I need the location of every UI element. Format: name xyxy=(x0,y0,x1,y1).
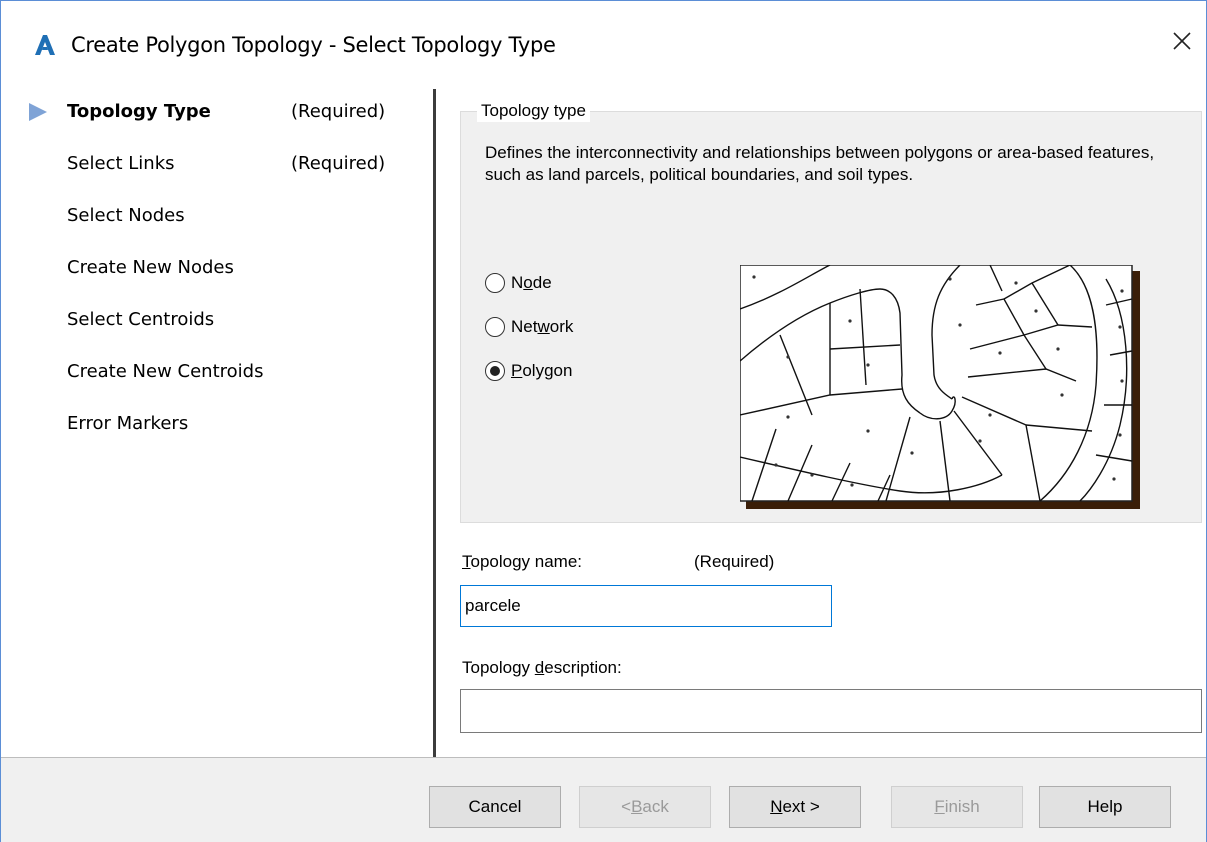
nav-item-topology-type[interactable]: Topology Type (Required) xyxy=(1,93,433,133)
nav-item-label: Create New Nodes xyxy=(67,257,234,278)
radio-polygon[interactable]: Polygon xyxy=(485,356,572,386)
radio-button[interactable] xyxy=(485,317,505,337)
radio-label: Polygon xyxy=(511,361,573,380)
close-icon xyxy=(1172,31,1192,56)
finish-button[interactable]: Finish xyxy=(891,786,1023,828)
radio-label: Node xyxy=(511,273,552,292)
polygon-topology-illustration xyxy=(739,264,1140,509)
title-bar: Create Polygon Topology - Select Topolog… xyxy=(1,1,1206,89)
nav-item-error-markers[interactable]: Error Markers xyxy=(1,405,433,445)
nav-item-label: Error Markers xyxy=(67,413,189,434)
topology-name-label: Topology name: xyxy=(462,552,583,571)
topology-settings-panel: Topology type Defines the interconnectiv… xyxy=(436,89,1206,757)
nav-item-required: (Required) xyxy=(291,101,386,122)
radio-node[interactable]: Node xyxy=(485,268,552,298)
triangle-right-icon xyxy=(29,103,47,121)
nav-item-select-nodes[interactable]: Select Nodes xyxy=(1,197,433,237)
topology-description-input[interactable] xyxy=(460,689,1202,733)
close-button[interactable] xyxy=(1158,13,1206,73)
wizard-footer: Cancel < Back Next > Finish Help xyxy=(1,758,1206,842)
topology-name-required: (Required) xyxy=(694,552,775,571)
nav-item-label: Create New Centroids xyxy=(67,361,264,382)
radio-button[interactable] xyxy=(485,361,505,381)
topology-name-input[interactable]: parcele xyxy=(460,585,832,627)
back-button[interactable]: < Back xyxy=(579,786,711,828)
nav-item-label: Select Centroids xyxy=(67,309,215,330)
dialog-window: Create Polygon Topology - Select Topolog… xyxy=(0,0,1207,842)
window-title: Create Polygon Topology - Select Topolog… xyxy=(71,33,556,57)
nav-item-select-centroids[interactable]: Select Centroids xyxy=(1,301,433,341)
autocad-a-icon xyxy=(33,33,57,57)
nav-item-label: Topology Type xyxy=(67,101,211,122)
nav-item-select-links[interactable]: Select Links (Required) xyxy=(1,145,433,185)
topology-description-text: Defines the interconnectivity and relati… xyxy=(485,143,1155,184)
nav-item-label: Select Nodes xyxy=(67,205,185,226)
radio-button[interactable] xyxy=(485,273,505,293)
nav-item-create-new-nodes[interactable]: Create New Nodes xyxy=(1,249,433,289)
wizard-steps-nav: Topology Type (Required) Select Links (R… xyxy=(1,89,433,757)
help-button[interactable]: Help xyxy=(1039,786,1171,828)
nav-item-create-new-centroids[interactable]: Create New Centroids xyxy=(1,353,433,393)
topology-description-label: Topology description: xyxy=(462,658,622,677)
radio-label: Network xyxy=(511,317,574,336)
next-button[interactable]: Next > xyxy=(729,786,861,828)
group-legend: Topology type xyxy=(477,100,590,122)
radio-selected-dot xyxy=(490,366,500,376)
nav-item-label: Select Links xyxy=(67,153,175,174)
radio-network[interactable]: Network xyxy=(485,312,573,342)
cancel-button[interactable]: Cancel xyxy=(429,786,561,828)
nav-item-required: (Required) xyxy=(291,153,386,174)
